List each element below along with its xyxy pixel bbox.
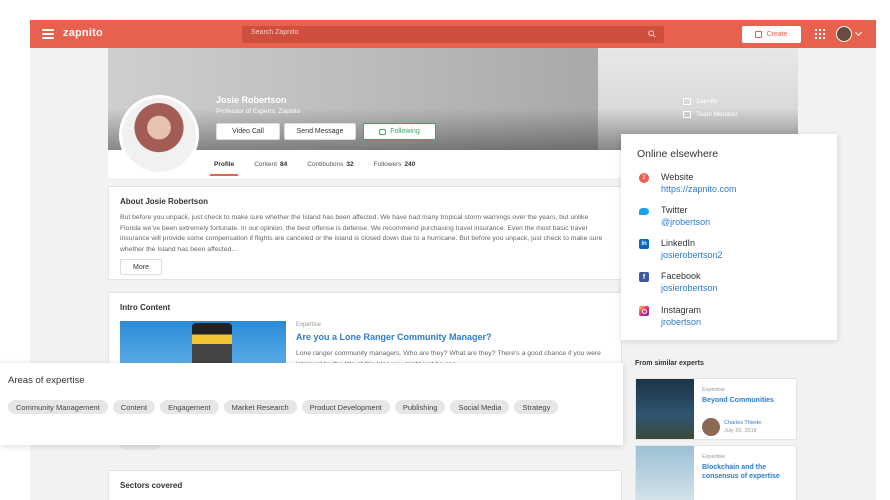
- profile-name: Josie Robertson: [216, 95, 287, 105]
- stage: zapnito Search Zapnito Create Josie Robe…: [0, 0, 890, 500]
- link-name: Twitter: [661, 205, 688, 215]
- tab-content[interactable]: Content 84: [254, 152, 287, 176]
- link-url[interactable]: https://zapnito.com: [661, 184, 737, 194]
- building-icon: [683, 98, 691, 105]
- tab-count: 32: [346, 160, 354, 168]
- intro-kicker: Expertise: [296, 322, 322, 328]
- areas-title: Areas of expertise: [8, 375, 85, 386]
- link-url[interactable]: jrobertson: [661, 317, 701, 327]
- expertise-chip[interactable]: Strategy: [514, 400, 559, 414]
- link-name: Website: [661, 172, 694, 182]
- online-elsewhere-card: Online elsewhere 2 Website https://zapni…: [621, 134, 837, 340]
- sectors-title: Sectors covered: [120, 481, 183, 490]
- following-label: Following: [390, 128, 420, 135]
- link-url[interactable]: @jrobertson: [661, 217, 710, 227]
- link-name: Facebook: [661, 271, 701, 281]
- areas-of-expertise-card: Areas of expertise Community Management …: [0, 363, 623, 445]
- search-placeholder: Search Zapnito: [251, 29, 299, 36]
- apps-grid-icon[interactable]: [815, 29, 825, 39]
- org-row: Zapnito: [683, 98, 738, 105]
- author-date: July 20, 2018: [724, 428, 757, 434]
- link-url[interactable]: josierobertson2: [661, 250, 723, 260]
- role-row: Team Member: [683, 111, 738, 118]
- similar-image: [636, 446, 694, 500]
- similar-kicker: Expertise: [702, 387, 725, 393]
- create-label: Create: [766, 31, 788, 38]
- similar-headline[interactable]: Beyond Communities: [702, 396, 794, 405]
- menu-icon[interactable]: [42, 29, 54, 39]
- tab-label: Profile: [214, 160, 235, 168]
- similar-headline[interactable]: Blockchain and the consensus of expertis…: [702, 463, 794, 481]
- linkedin-icon: in: [639, 239, 649, 249]
- tab-followers[interactable]: Followers 240: [374, 152, 416, 176]
- following-button[interactable]: Following: [363, 123, 436, 140]
- globe-icon: 2: [639, 173, 649, 183]
- intro-title: Intro Content: [120, 303, 171, 312]
- author-avatar: [702, 418, 720, 436]
- online-title: Online elsewhere: [637, 148, 719, 160]
- expertise-chip[interactable]: Product Development: [301, 400, 390, 414]
- expertise-chip[interactable]: Community Management: [8, 400, 108, 414]
- profile-side-info: Zapnito Team Member: [683, 98, 738, 124]
- similar-image: [636, 379, 694, 439]
- twitter-icon: [639, 206, 649, 216]
- link-name: Instagram: [661, 305, 702, 315]
- about-title: About Josie Robertson: [120, 197, 209, 206]
- expertise-chips: Community Management Content Engagement …: [8, 400, 613, 414]
- tab-label: Followers: [373, 160, 402, 168]
- send-message-button[interactable]: Send Message: [284, 123, 356, 140]
- tab-label: Content: [254, 160, 278, 168]
- similar-item[interactable]: Expertise Blockchain and the consensus o…: [635, 445, 797, 500]
- expertise-chip[interactable]: Content: [112, 400, 156, 414]
- badge-icon: [683, 111, 691, 118]
- user-avatar[interactable]: [836, 26, 852, 42]
- about-text: But before you unpack, just check to mak…: [120, 214, 603, 253]
- search-icon[interactable]: [648, 30, 656, 38]
- similar-kicker: Expertise: [702, 454, 725, 460]
- tab-contributions[interactable]: Contibutions 32: [307, 152, 353, 176]
- about-card: About Josie Robertson But before you unp…: [108, 186, 622, 280]
- similar-item[interactable]: Expertise Beyond Communities Charles Thi…: [635, 378, 797, 440]
- more-button[interactable]: More: [120, 259, 162, 275]
- expertise-chip[interactable]: Engagement: [160, 400, 219, 414]
- video-call-button[interactable]: Video Call: [216, 123, 280, 140]
- chevron-down-icon[interactable]: [854, 28, 863, 37]
- role-label: Team Member: [696, 111, 738, 118]
- intro-headline[interactable]: Are you a Lone Ranger Community Manager?: [296, 332, 492, 342]
- expertise-chip[interactable]: Publishing: [394, 400, 446, 414]
- edit-icon: [755, 31, 763, 38]
- org-label: Zapnito: [696, 98, 718, 105]
- link-url[interactable]: josierobertson: [661, 283, 718, 293]
- similar-title: From similar experts: [635, 360, 704, 367]
- search-input[interactable]: Search Zapnito: [242, 26, 664, 43]
- tab-profile[interactable]: Profile: [209, 152, 239, 176]
- sectors-card: Sectors covered: [108, 470, 622, 500]
- tab-count: 240: [404, 160, 416, 168]
- follow-icon: [379, 128, 387, 135]
- profile-photo: [119, 95, 199, 175]
- tab-label: Contibutions: [307, 160, 344, 168]
- create-button[interactable]: Create: [742, 26, 801, 43]
- profile-title: Professor of Experts, Zapnito: [216, 108, 301, 115]
- expertise-chip[interactable]: Market Research: [223, 400, 297, 414]
- expertise-chip[interactable]: Social Media: [450, 400, 510, 414]
- profile-tabs: Profile Content 84 Contibutions 32 Followe…: [209, 152, 416, 176]
- facebook-icon: f: [639, 272, 649, 282]
- link-name: LinkedIn: [661, 238, 696, 248]
- tab-count: 84: [280, 160, 288, 168]
- top-bar: zapnito Search Zapnito Create: [30, 20, 876, 48]
- instagram-icon: [639, 306, 649, 316]
- author-name[interactable]: Charles Thiede: [724, 420, 761, 426]
- logo[interactable]: zapnito: [63, 27, 103, 39]
